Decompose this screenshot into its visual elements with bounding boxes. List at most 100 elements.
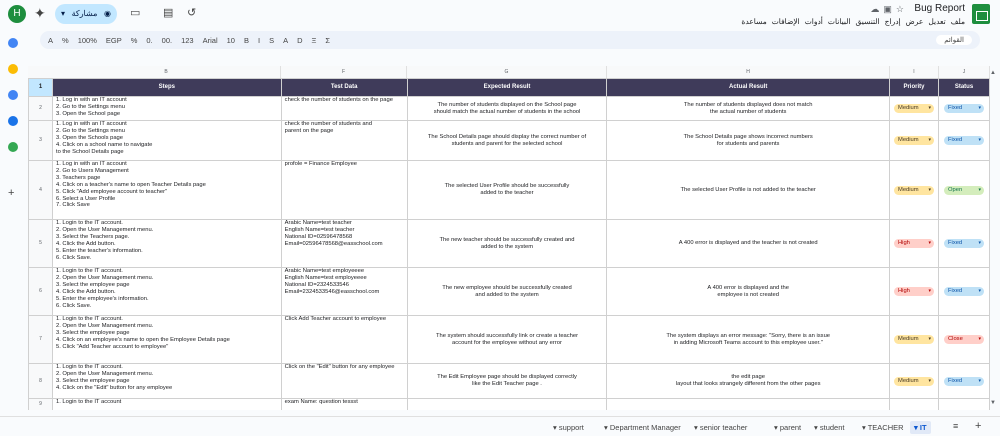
status-chip[interactable]: Fixed — [943, 287, 984, 296]
cell-expected-result[interactable]: The new employee should be successfully … — [406, 267, 608, 316]
cell-steps[interactable]: 1. Log in with an IT account 2. Go to th… — [51, 120, 282, 161]
toolbar-button[interactable]: Arial — [203, 36, 218, 45]
status-chip[interactable]: Open — [943, 185, 984, 195]
cell-status[interactable]: Fixed — [937, 267, 990, 316]
cell-steps[interactable]: 1. Log in with an IT account 2. Go to Us… — [51, 160, 282, 220]
toolbar-button[interactable]: A — [48, 36, 53, 45]
header-expected-result[interactable]: Expected Result — [406, 78, 608, 97]
cell-test-data[interactable]: Click Add Teacher account to employee — [280, 315, 408, 364]
priority-chip[interactable]: High — [893, 239, 934, 248]
toolbar-button[interactable]: EGP — [106, 36, 122, 45]
avatar[interactable]: H — [8, 5, 26, 23]
contacts-icon[interactable] — [8, 116, 18, 126]
cell-test-data[interactable]: check the number of students and parent … — [280, 120, 408, 161]
formula-bar[interactable] — [34, 52, 994, 66]
toolbar-button[interactable]: % — [62, 36, 69, 45]
maps-icon[interactable] — [8, 142, 18, 152]
row-number[interactable]: 7 — [28, 315, 53, 364]
sheet-tab[interactable]: ▾ support — [549, 421, 588, 434]
keep-icon[interactable] — [8, 64, 18, 74]
cell-priority[interactable]: Medium — [888, 363, 939, 399]
menu-item[interactable]: إدراج — [885, 17, 901, 26]
cell-priority[interactable]: Medium — [888, 120, 939, 161]
cell-priority[interactable]: Medium — [888, 160, 939, 220]
cell-status[interactable]: Fixed — [937, 96, 990, 121]
toolbar-button[interactable]: D — [297, 36, 302, 45]
column-header[interactable]: J — [939, 66, 990, 78]
priority-chip[interactable]: Medium — [893, 335, 934, 344]
cell-steps[interactable]: 1. Log in with an IT account 2. Go to th… — [51, 96, 282, 121]
cell-priority[interactable]: High — [888, 267, 939, 316]
menu-item[interactable]: مساعدة — [741, 17, 766, 26]
priority-chip[interactable]: Medium — [893, 104, 934, 113]
cell-actual-result[interactable]: A 400 error is displayed and the employe… — [606, 267, 890, 316]
calendar-icon[interactable] — [8, 38, 18, 48]
sheet-tab[interactable]: ▾ senior teacher — [690, 421, 751, 434]
row-number[interactable]: 5 — [28, 219, 53, 268]
cell-actual-result[interactable]: The number of students displayed does no… — [606, 96, 890, 121]
cell-priority[interactable] — [888, 398, 939, 410]
toolbar-button[interactable]: B — [244, 36, 249, 45]
toolbar-button[interactable]: 0. — [146, 36, 152, 45]
doc-title[interactable]: Bug Report — [914, 3, 965, 14]
toolbar-button[interactable]: 100% — [78, 36, 97, 45]
column-header[interactable]: H — [607, 66, 890, 78]
header-status[interactable]: Status — [937, 78, 990, 97]
row-number[interactable]: 9 — [28, 398, 53, 410]
sheet-tab[interactable]: ▾ TEACHER — [858, 421, 908, 434]
priority-chip[interactable]: Medium — [893, 376, 934, 386]
add-icon[interactable]: + — [8, 188, 18, 199]
cell-test-data[interactable]: Click on the "Edit" button for any emplo… — [280, 363, 408, 399]
cell-steps[interactable]: 1. Login to the IT account. 2. Open the … — [51, 219, 282, 268]
cell-expected-result[interactable]: The Edit Employee page should be display… — [406, 363, 608, 399]
toolbar-button[interactable]: I — [258, 36, 260, 45]
history-icon[interactable]: ↺ — [187, 6, 196, 19]
menu-item[interactable]: الإضافات — [772, 17, 800, 26]
toolbar-button[interactable]: 123 — [181, 36, 194, 45]
cell-test-data[interactable]: exam Name: question tessst — [280, 398, 408, 410]
status-chip[interactable]: Fixed — [943, 239, 984, 248]
cell-status[interactable]: Open — [937, 160, 990, 220]
cell-status[interactable]: Close — [937, 315, 990, 364]
menus-search[interactable]: القوائم — [936, 35, 972, 45]
toolbar-button[interactable]: % — [131, 36, 138, 45]
meet-icon[interactable]: ▭ — [130, 6, 140, 19]
toolbar-button[interactable]: Σ — [325, 36, 330, 45]
cell-steps[interactable]: 1. Login to the IT account — [51, 398, 282, 410]
cell-actual-result[interactable]: The selected User Profile is not added t… — [606, 160, 890, 220]
cell-priority[interactable]: High — [888, 219, 939, 268]
status-chip[interactable]: Close — [943, 335, 984, 344]
cell-expected-result[interactable] — [406, 398, 608, 410]
sheet-tab[interactable]: ▾ Department Manager — [600, 421, 685, 434]
row-number[interactable]: 6 — [28, 267, 53, 316]
cell-priority[interactable]: Medium — [888, 315, 939, 364]
menu-item[interactable]: التنسيق — [856, 17, 880, 26]
header-actual-result[interactable]: Actual Result — [606, 78, 890, 97]
status-chip[interactable]: Fixed — [943, 104, 984, 113]
cell-actual-result[interactable]: the edit page layout that looks strangel… — [606, 363, 890, 399]
cell-actual-result[interactable]: The School Details page shows incorrect … — [606, 120, 890, 161]
row-number[interactable]: 8 — [28, 363, 53, 399]
spreadsheet-grid[interactable]: BFGHIJ 1 Steps Test Data Expected Result… — [28, 66, 990, 410]
all-sheets-icon[interactable]: ≡ — [953, 421, 958, 431]
priority-chip[interactable]: Medium — [893, 136, 934, 145]
cell-expected-result[interactable]: The School Details page should display t… — [406, 120, 608, 161]
sheet-tab[interactable]: ▾ parent — [770, 421, 805, 434]
cell-expected-result[interactable]: The selected User Profile should be succ… — [406, 160, 608, 220]
menu-item[interactable]: أدوات — [805, 17, 823, 26]
cell-expected-result[interactable]: The system should successfully link or c… — [406, 315, 608, 364]
cell-status[interactable]: Fixed — [937, 120, 990, 161]
cell-test-data[interactable]: check the number of students on the page — [280, 96, 408, 121]
menu-item[interactable]: عرض — [906, 17, 924, 26]
priority-chip[interactable]: High — [893, 287, 934, 296]
cell-status[interactable] — [937, 398, 990, 410]
row-number[interactable]: 3 — [28, 120, 53, 161]
cell-steps[interactable]: 1. Login to the IT account. 2. Open the … — [51, 267, 282, 316]
priority-chip[interactable]: Medium — [893, 185, 934, 195]
toolbar-button[interactable]: S — [269, 36, 274, 45]
scroll-down-icon[interactable]: ▼ — [990, 400, 996, 406]
toolbar-button[interactable]: 00. — [162, 36, 172, 45]
column-header[interactable]: I — [890, 66, 939, 78]
cell-priority[interactable]: Medium — [888, 96, 939, 121]
scroll-up-icon[interactable]: ▲ — [990, 70, 996, 76]
